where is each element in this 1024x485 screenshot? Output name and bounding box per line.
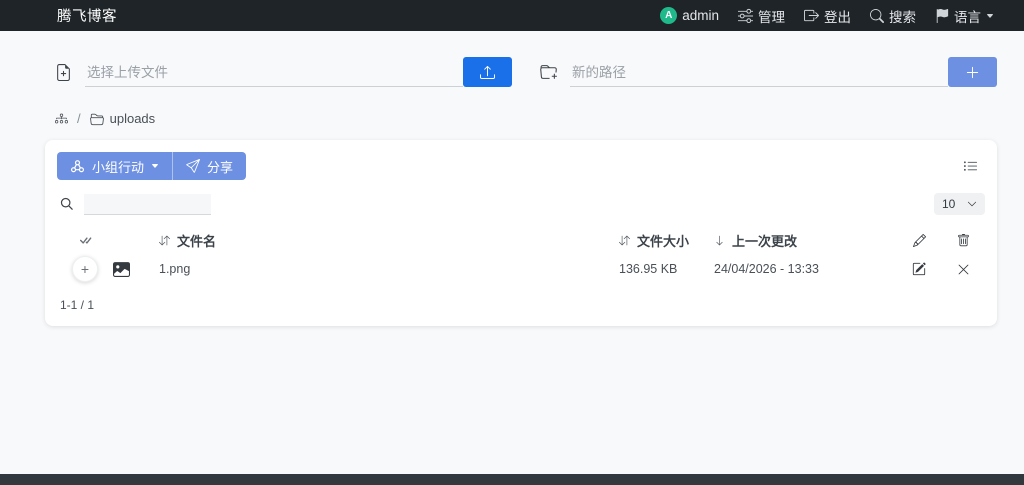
file-upload-input[interactable] <box>85 58 463 87</box>
select-all-button[interactable] <box>57 233 113 248</box>
username-label: admin <box>682 8 719 23</box>
breadcrumb-current[interactable]: uploads <box>89 111 156 126</box>
sliders-icon <box>738 8 753 23</box>
sort-icon <box>619 235 630 246</box>
list-view-toggle[interactable] <box>956 157 985 176</box>
send-icon <box>186 159 201 173</box>
user-menu[interactable]: A admin <box>660 7 719 24</box>
logout-icon <box>804 8 819 23</box>
page-size-value: 10 <box>942 197 956 211</box>
header-delete-column[interactable] <box>941 233 985 247</box>
header-size[interactable]: 文件大小 <box>619 231 714 250</box>
search-row: 10 <box>57 193 985 215</box>
group-icon <box>70 159 85 174</box>
edit-cell <box>897 262 941 276</box>
action-button-group: 小组行动 分享 <box>57 152 247 180</box>
search-icon <box>870 8 884 23</box>
logout-label: 登出 <box>824 9 851 25</box>
manage-label: 管理 <box>758 9 785 25</box>
breadcrumb: / uploads <box>45 111 997 126</box>
file-manager-card: 小组行动 分享 10 文件名 文件大小 上一次更改 + 1.png 136.95… <box>45 140 997 326</box>
expand-row-button[interactable]: + <box>72 256 98 282</box>
pagination-label: 1-1 / 1 <box>60 298 95 312</box>
table-search <box>57 193 211 215</box>
language-menu[interactable]: 语言 <box>935 6 994 26</box>
x-icon[interactable] <box>957 263 970 276</box>
header-name[interactable]: 文件名 <box>159 231 619 250</box>
header-name-label: 文件名 <box>177 233 217 249</box>
search-icon <box>60 197 74 211</box>
language-label: 语言 <box>954 9 981 25</box>
main-content: / uploads 小组行动 <box>0 31 1024 326</box>
group-action-button[interactable]: 小组行动 <box>57 152 174 180</box>
upload-icon <box>480 65 495 80</box>
search-link[interactable]: 搜索 <box>870 6 916 26</box>
flag-icon <box>935 8 949 23</box>
expand-cell: + <box>57 256 113 282</box>
file-upload-group <box>55 57 512 87</box>
file-plus-icon <box>55 63 72 81</box>
search-label: 搜索 <box>889 9 916 25</box>
logout-link[interactable]: 登出 <box>804 6 851 26</box>
pencil-icon <box>912 233 926 247</box>
upload-button[interactable] <box>463 57 512 87</box>
delete-cell <box>941 263 985 276</box>
table-row: + 1.png 136.95 KB 24/04/2026 - 13:33 <box>57 253 985 285</box>
chevron-down-icon <box>967 199 977 209</box>
file-type-cell <box>113 261 159 278</box>
list-icon <box>963 160 978 171</box>
brand-title[interactable]: 腾飞博客 <box>57 5 117 26</box>
table-search-input[interactable] <box>84 193 211 215</box>
footer-bar <box>0 474 1024 485</box>
plus-icon: + <box>80 261 90 277</box>
new-path-input[interactable] <box>570 58 948 87</box>
header-modified-label: 上一次更改 <box>732 233 798 249</box>
edit-square-icon[interactable] <box>912 262 926 276</box>
breadcrumb-current-label: uploads <box>109 111 156 126</box>
card-toolbar: 小组行动 分享 <box>57 152 985 180</box>
group-action-label: 小组行动 <box>92 159 145 175</box>
folder-open-icon <box>89 112 104 126</box>
table-header-row: 文件名 文件大小 上一次更改 <box>57 229 985 251</box>
share-button[interactable]: 分享 <box>173 152 247 180</box>
header-size-label: 文件大小 <box>637 233 690 249</box>
share-label: 分享 <box>207 159 234 175</box>
avatar: A <box>660 7 678 24</box>
header-modified[interactable]: 上一次更改 <box>714 231 897 250</box>
image-icon <box>113 261 159 278</box>
add-path-button[interactable] <box>948 57 997 87</box>
file-size: 136.95 KB <box>619 262 678 276</box>
header-edit-column[interactable] <box>897 233 941 247</box>
upload-row <box>45 57 997 87</box>
arrow-down-icon <box>714 235 725 246</box>
caret-down-icon <box>151 162 159 170</box>
page-size-select[interactable]: 10 <box>934 193 985 215</box>
check-all-icon <box>78 233 93 248</box>
sitemap-icon <box>55 112 68 125</box>
manage-link[interactable]: 管理 <box>738 6 785 26</box>
file-modified: 24/04/2026 - 13:33 <box>714 262 819 276</box>
file-name[interactable]: 1.png <box>159 262 619 276</box>
new-path-group <box>540 57 997 87</box>
breadcrumb-separator: / <box>77 111 81 126</box>
sort-icon <box>159 235 170 246</box>
top-navbar: 腾飞博客 A admin 管理 登出 搜索 语言 <box>0 0 1024 31</box>
folder-plus-icon <box>540 64 557 81</box>
breadcrumb-root[interactable] <box>55 112 68 125</box>
plus-icon <box>965 65 980 80</box>
trash-icon <box>957 233 970 247</box>
caret-down-icon <box>986 12 994 20</box>
navbar-right: A admin 管理 登出 搜索 语言 <box>660 6 994 26</box>
